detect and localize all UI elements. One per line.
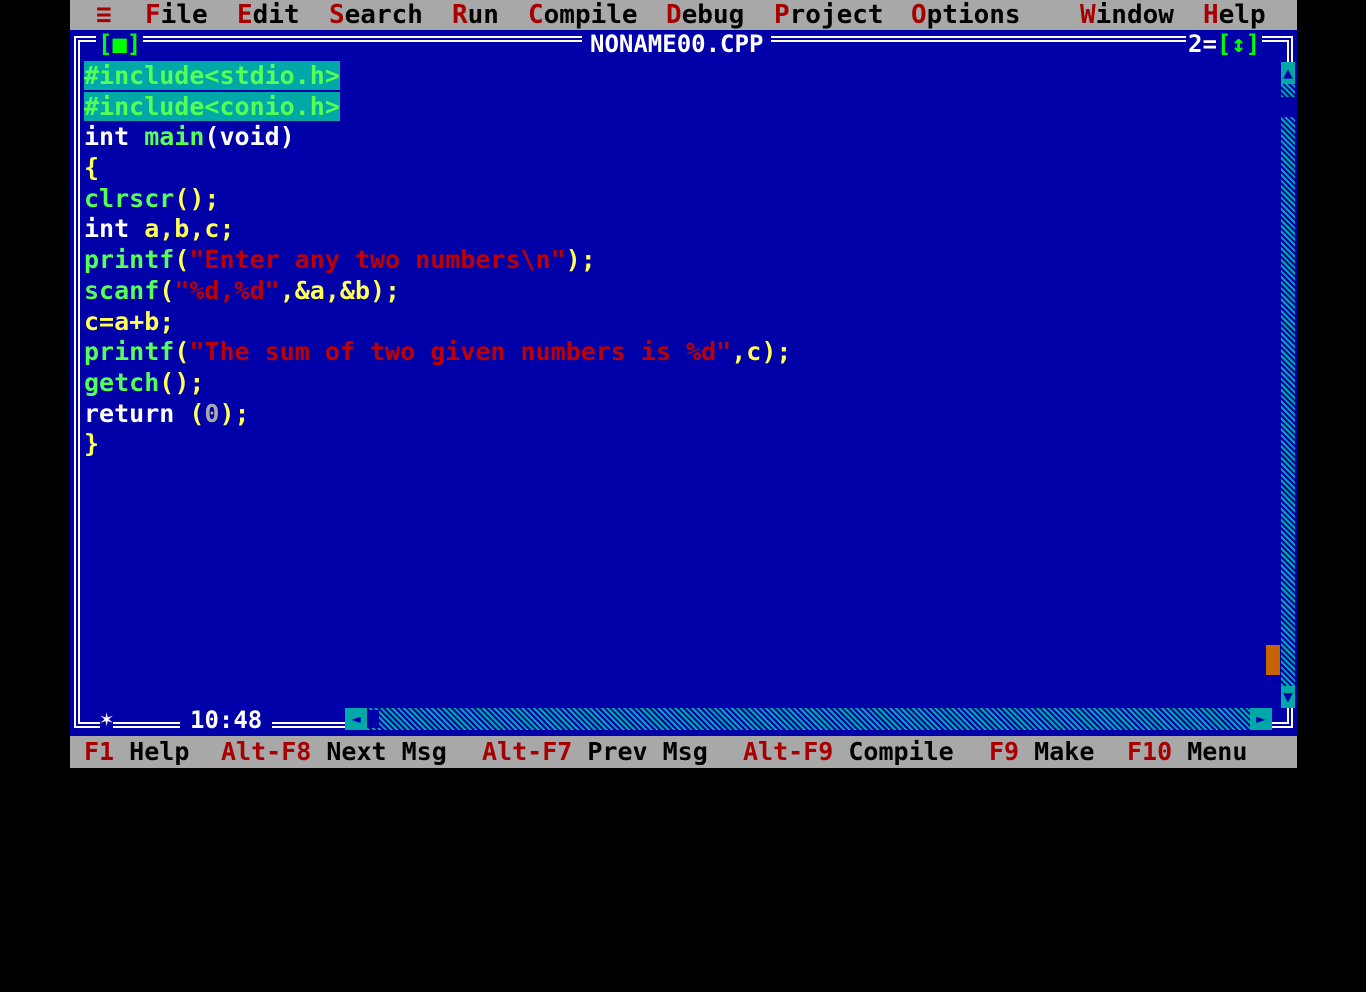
zoom-box: [↕] [1216,30,1261,58]
menu-help[interactable]: Help [1203,0,1266,30]
code-line: } [84,429,100,459]
menu-debug[interactable]: Debug [666,0,744,30]
scroll-right-arrow-icon[interactable]: ► [1250,708,1272,730]
window-number[interactable]: 2=[↕] [1186,30,1263,58]
code-line: #include<stdio.h> [84,61,340,90]
menu-window[interactable]: Window [1080,0,1174,30]
code-line: return (0); [84,398,250,428]
status-bar: F1 Help Alt-F8 Next Msg Alt-F7 Prev Msg … [70,736,1297,768]
code-line: printf("The sum of two given numbers is … [84,337,792,367]
status-help[interactable]: F1 Help [84,736,189,768]
resize-handle-icon[interactable]: ✶ [100,706,114,734]
horizontal-scroll-thumb[interactable] [367,710,379,728]
menu-options[interactable]: Options [911,0,1021,30]
code-line: clrscr(); [84,183,220,213]
vertical-scrollbar[interactable] [1281,62,1295,708]
scroll-marker [1266,645,1280,675]
scroll-down-arrow-icon[interactable]: ▼ [1281,686,1295,708]
menu-search[interactable]: Search [329,0,423,30]
code-line: { [84,153,100,183]
cursor-position: 10:48 [180,706,273,734]
code-line: scanf("%d,%d",&a,&b); [84,275,401,305]
code-line: int a,b,c; [84,214,235,244]
status-make[interactable]: F9 Make [989,736,1094,768]
code-line: printf("Enter any two numbers\n"); [84,245,596,275]
status-next-msg[interactable]: Alt-F8 Next Msg [221,736,447,768]
menu-project[interactable]: Project [774,0,884,30]
turbo-cpp-ide: ≡ File Edit Search Run Compile Debug Pro… [70,0,1297,768]
code-line: getch(); [84,367,205,397]
scroll-up-arrow-icon[interactable]: ▲ [1281,62,1295,84]
horizontal-scrollbar[interactable] [345,708,1265,730]
window-title: NONAME00.CPP [582,30,772,58]
status-menu[interactable]: F10 Menu [1127,736,1247,768]
menu-edit[interactable]: Edit [237,0,300,30]
menu-compile[interactable]: Compile [528,0,638,30]
menu-run[interactable]: Run [452,0,499,30]
menu-file[interactable]: File [145,0,208,30]
status-compile[interactable]: Alt-F9 Compile [743,736,954,768]
window-close-box[interactable]: [■] [96,30,144,58]
vertical-scroll-thumb[interactable] [1281,97,1295,117]
status-prev-msg[interactable]: Alt-F7 Prev Msg [482,736,708,768]
code-line: #include<conio.h> [84,91,340,121]
code-line: int main(void) [84,122,295,152]
code-line: c=a+b; [84,306,175,336]
system-menu[interactable]: ≡ [96,0,112,30]
code-editor[interactable]: #include<stdio.h> #include<conio.h> int … [84,61,1280,460]
menu-bar: ≡ File Edit Search Run Compile Debug Pro… [70,0,1297,30]
scroll-left-arrow-icon[interactable]: ◄ [345,708,367,730]
